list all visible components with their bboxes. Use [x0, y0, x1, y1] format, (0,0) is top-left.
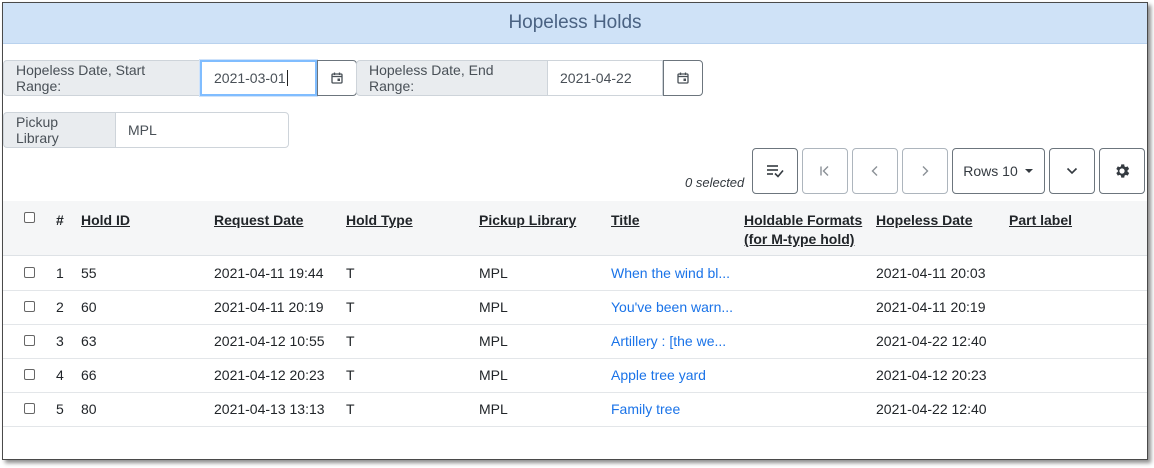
- chevron-down-icon: [1066, 167, 1078, 175]
- row-checkbox[interactable]: [24, 301, 35, 312]
- row-number: 2: [56, 299, 64, 315]
- hold-type-cell: T: [346, 299, 355, 315]
- hold-id-cell: 60: [81, 299, 97, 315]
- rows-per-page-label: Rows 10: [963, 163, 1018, 179]
- row-checkbox[interactable]: [24, 369, 35, 380]
- settings-button[interactable]: [1099, 148, 1145, 194]
- row-checkbox[interactable]: [24, 335, 35, 346]
- text-caret: [286, 70, 288, 86]
- hopeless-date-cell: 2021-04-22 12:40: [876, 401, 987, 417]
- panel-header: Hopeless Holds: [3, 3, 1147, 44]
- start-date-input[interactable]: 2021-03-01: [200, 60, 317, 96]
- column-header-hold-id[interactable]: Hold ID: [81, 211, 130, 230]
- pickup-library-input[interactable]: MPL: [115, 112, 289, 148]
- playlist-check-icon: [767, 165, 784, 178]
- column-header-hopeless-date[interactable]: Hopeless Date: [876, 211, 972, 230]
- hopeless-holds-panel: Hopeless Holds Hopeless Date, Start Rang…: [2, 2, 1148, 460]
- chevron-right-icon: [922, 166, 929, 176]
- table-row: 4 66 2021-04-12 20:23 T MPL Apple tree y…: [3, 358, 1147, 393]
- request-date-cell: 2021-04-13 13:13: [214, 401, 325, 417]
- request-date-cell: 2021-04-11 20:19: [214, 299, 324, 315]
- title-link[interactable]: Apple tree yard: [611, 367, 706, 383]
- pickup-library-cell: MPL: [479, 367, 508, 383]
- table-row: 1 55 2021-04-11 19:44 T MPL When the win…: [3, 256, 1147, 291]
- page-title: Hopeless Holds: [508, 12, 642, 33]
- calendar-icon: [331, 72, 343, 84]
- select-all-actions-button[interactable]: [752, 148, 798, 194]
- row-number: 5: [56, 401, 64, 417]
- row-number: 4: [56, 367, 64, 383]
- selected-count: 0 selected: [685, 175, 745, 190]
- hold-type-cell: T: [346, 367, 355, 383]
- pickup-library-label: Pickup Library: [3, 112, 115, 148]
- end-date-input[interactable]: 2021-04-22: [547, 60, 663, 96]
- pickup-library-cell: MPL: [479, 299, 508, 315]
- column-header-number: #: [56, 212, 64, 228]
- start-date-label: Hopeless Date, Start Range:: [3, 60, 200, 96]
- request-date-cell: 2021-04-12 10:55: [214, 333, 325, 349]
- title-link[interactable]: When the wind bl...: [611, 265, 730, 281]
- hold-type-cell: T: [346, 265, 355, 281]
- hold-id-cell: 63: [81, 333, 97, 349]
- chevron-left-icon: [871, 166, 878, 176]
- row-checkbox[interactable]: [24, 403, 35, 414]
- hopeless-date-cell: 2021-04-11 20:19: [876, 299, 986, 315]
- caret-down-icon: [1024, 169, 1033, 173]
- holdable-formats-line1: Holdable Formats: [744, 212, 863, 228]
- previous-page-button[interactable]: [852, 148, 898, 194]
- column-header-request-date[interactable]: Request Date: [214, 211, 303, 230]
- rows-per-page-dropdown[interactable]: Rows 10: [952, 148, 1045, 194]
- table-row: 3 63 2021-04-12 10:55 T MPL Artillery : …: [3, 324, 1147, 359]
- gear-icon: [1116, 164, 1130, 178]
- title-link[interactable]: Artillery : [the we...: [611, 333, 726, 349]
- pickup-library-cell: MPL: [479, 333, 508, 349]
- row-number: 3: [56, 333, 64, 349]
- column-header-part-label[interactable]: Part label: [1009, 211, 1072, 230]
- first-page-icon: [820, 166, 829, 176]
- title-link[interactable]: You've been warn...: [611, 299, 733, 315]
- end-date-calendar-button[interactable]: [663, 60, 703, 96]
- hold-type-cell: T: [346, 333, 355, 349]
- pickup-library-cell: MPL: [479, 401, 508, 417]
- hold-id-cell: 66: [81, 367, 97, 383]
- column-header-title[interactable]: Title: [611, 211, 640, 230]
- end-date-label: Hopeless Date, End Range:: [356, 60, 547, 96]
- start-date-calendar-button[interactable]: [317, 60, 357, 96]
- table-header: # Hold ID Request Date Hold Type Pickup …: [3, 201, 1147, 256]
- request-date-cell: 2021-04-12 20:23: [214, 367, 325, 383]
- expand-rows-button[interactable]: [1049, 148, 1095, 194]
- table-row: 2 60 2021-04-11 20:19 T MPL You've been …: [3, 290, 1147, 325]
- start-date-group: Hopeless Date, Start Range: 2021-03-01: [3, 60, 357, 96]
- first-page-button[interactable]: [802, 148, 848, 194]
- column-header-holdable-formats[interactable]: Holdable Formats (for M-type hold): [744, 211, 862, 249]
- column-header-pickup-library[interactable]: Pickup Library: [479, 211, 576, 230]
- next-page-button[interactable]: [902, 148, 948, 194]
- pickup-library-cell: MPL: [479, 265, 508, 281]
- hopeless-date-cell: 2021-04-22 12:40: [876, 333, 987, 349]
- row-checkbox[interactable]: [24, 267, 35, 278]
- title-link[interactable]: Family tree: [611, 401, 680, 417]
- row-number: 1: [56, 265, 64, 281]
- select-all-checkbox[interactable]: [24, 212, 35, 223]
- end-date-group: Hopeless Date, End Range: 2021-04-22: [356, 60, 703, 96]
- hold-id-cell: 80: [81, 401, 97, 417]
- table-row: 5 80 2021-04-13 13:13 T MPL Family tree …: [3, 392, 1147, 427]
- pickup-library-group: Pickup Library MPL: [3, 112, 289, 148]
- hold-id-cell: 55: [81, 265, 97, 281]
- start-date-value: 2021-03-01: [214, 70, 286, 86]
- hold-type-cell: T: [346, 401, 355, 417]
- column-header-hold-type[interactable]: Hold Type: [346, 211, 413, 230]
- hopeless-date-cell: 2021-04-11 20:03: [876, 265, 986, 281]
- hopeless-date-cell: 2021-04-12 20:23: [876, 367, 987, 383]
- request-date-cell: 2021-04-11 19:44: [214, 265, 324, 281]
- holdable-formats-line2: (for M-type hold): [744, 231, 855, 247]
- calendar-icon: [677, 72, 689, 84]
